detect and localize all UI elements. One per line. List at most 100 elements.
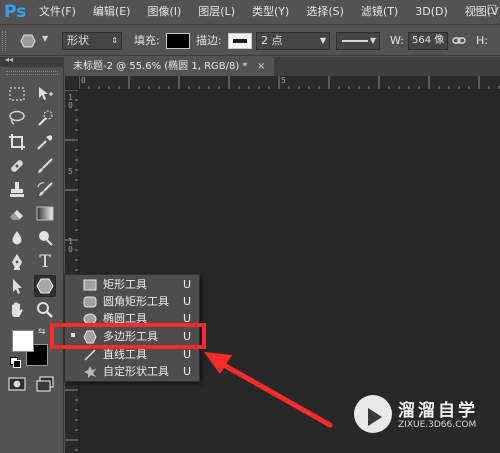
default-colors-icon[interactable] <box>10 357 21 368</box>
minimize-button[interactable]: – <box>468 0 484 18</box>
history-brush-icon <box>37 182 53 196</box>
gradient-icon <box>36 206 54 221</box>
brush-tool[interactable] <box>34 155 56 177</box>
ruler-origin[interactable] <box>65 76 79 90</box>
collapse-icon[interactable]: ◂◂ <box>5 55 13 64</box>
eyedropper-tool[interactable] <box>34 131 56 153</box>
path-selection-tool[interactable] <box>6 275 28 297</box>
stamp-icon <box>10 182 24 197</box>
crop-tool[interactable] <box>6 131 28 153</box>
stroke-type-select[interactable]: ▼ <box>336 32 380 50</box>
dodge-icon <box>39 231 53 246</box>
menu-items: 文件(F) 编辑(E) 图像(I) 图层(L) 类型(Y) 选择(S) 滤镜(T… <box>39 0 500 24</box>
stroke-width-value: 2 点 <box>261 34 283 47</box>
width-input[interactable]: 564 像 <box>408 32 448 50</box>
marquee-tool[interactable] <box>6 83 28 105</box>
close-icon[interactable]: × <box>257 57 265 76</box>
document-tab[interactable]: 未标题-2 @ 55.6% (椭圆 1, RGB/8) * × <box>65 57 274 76</box>
toolbox-header[interactable]: ◂◂ <box>0 55 64 67</box>
chevron-down-icon: ▼ <box>369 36 376 45</box>
menu-3d[interactable]: 3D(D) <box>415 0 448 24</box>
zoom-tool[interactable] <box>34 299 56 321</box>
eyedropper-icon <box>37 135 53 150</box>
chevron-down-icon: ▼ <box>319 36 326 45</box>
width-label: W: <box>390 34 404 47</box>
horizontal-ruler[interactable]: 0 5 <box>65 76 500 90</box>
swap-colors-icon[interactable]: ⇆ <box>38 327 46 337</box>
link-icon[interactable] <box>452 32 466 50</box>
fill-color-swatch[interactable] <box>166 33 190 49</box>
menu-file[interactable]: 文件(F) <box>39 0 76 24</box>
shortcut-key: U <box>183 365 192 378</box>
shortcut-key: U <box>183 278 192 291</box>
move-tool[interactable] <box>34 83 56 105</box>
watermark-url: ZIXUE.3D66.COM <box>398 420 477 430</box>
shape-tool[interactable] <box>34 275 56 297</box>
menu-filter[interactable]: 滤镜(T) <box>361 0 398 24</box>
stroke-width-select[interactable]: 2 点 ▼ <box>256 32 330 50</box>
menu-type[interactable]: 类型(Y) <box>252 0 289 24</box>
eraser-tool[interactable] <box>6 203 28 225</box>
lasso-tool[interactable] <box>6 107 28 129</box>
vertical-ruler[interactable]: 1 0 5 1 0 1 5 <box>65 90 79 453</box>
quick-mask-button[interactable] <box>6 373 28 395</box>
ruler-label: 5 <box>281 76 286 85</box>
crop-icon <box>9 134 25 150</box>
pen-icon <box>12 254 22 270</box>
dodge-tool[interactable] <box>34 227 56 249</box>
history-brush-tool[interactable] <box>34 179 56 201</box>
healing-brush-tool[interactable] <box>6 155 28 177</box>
ruler-label: 0 <box>81 76 86 85</box>
clone-stamp-tool[interactable] <box>6 179 28 201</box>
foreground-color[interactable] <box>12 330 34 352</box>
menu-edit[interactable]: 编辑(E) <box>93 0 131 24</box>
options-bar-grip[interactable] <box>2 31 6 51</box>
maximize-button[interactable]: □ <box>484 0 500 18</box>
play-logo-icon <box>354 395 392 433</box>
hand-tool[interactable] <box>6 299 28 321</box>
type-icon: T <box>39 252 51 272</box>
tool-mode-select[interactable]: 形状 ⇕ <box>62 32 122 50</box>
menu-layer[interactable]: 图层(L) <box>198 0 235 24</box>
highlight-box <box>50 323 206 349</box>
custom-shape-icon <box>84 366 96 378</box>
rectangle-icon <box>83 279 97 291</box>
options-bar: ▼ 形状 ⇕ 填充: 描边: 2 点 ▼ ▼ W: 564 像 H: <box>0 24 500 56</box>
photoshop-logo: Ps <box>4 2 27 22</box>
stroke-label: 描边: <box>196 34 222 47</box>
window-controls: – □ <box>468 0 500 18</box>
screen-mode-icon <box>36 376 54 392</box>
shortcut-key: U <box>183 295 192 308</box>
hand-icon <box>11 302 23 317</box>
polygon-icon <box>36 278 54 294</box>
chevron-updown-icon: ⇕ <box>111 36 118 45</box>
flyout-item-label: 自定形状工具 <box>103 365 169 378</box>
drop-icon <box>12 231 22 245</box>
ruler-label: 0 <box>68 101 73 110</box>
quick-selection-tool[interactable] <box>34 107 56 129</box>
tool-preset-picker[interactable]: ▼ <box>14 32 52 50</box>
gradient-tool[interactable] <box>34 203 56 225</box>
menu-select[interactable]: 选择(S) <box>306 0 344 24</box>
pen-tool[interactable] <box>6 251 28 273</box>
tool-mode-value: 形状 <box>67 34 89 47</box>
menu-image[interactable]: 图像(I) <box>147 0 181 24</box>
toolbox-grip[interactable] <box>6 71 58 75</box>
brush-icon <box>38 158 53 173</box>
ruler-ticks <box>65 90 78 451</box>
document-title: 未标题-2 @ 55.6% (椭圆 1, RGB/8) * <box>73 61 248 72</box>
flyout-item-rectangle-tool[interactable]: 矩形工具 U <box>65 276 199 294</box>
stroke-color-swatch[interactable] <box>228 33 252 49</box>
quick-selection-icon <box>38 110 53 126</box>
blur-tool[interactable] <box>6 227 28 249</box>
lasso-icon <box>9 110 25 125</box>
polygon-icon <box>20 34 36 48</box>
quick-mask-icon <box>8 377 26 391</box>
type-tool[interactable]: T <box>34 251 56 273</box>
flyout-item-rounded-rectangle-tool[interactable]: 圆角矩形工具 U <box>65 293 199 311</box>
flyout-item-custom-shape-tool[interactable]: 自定形状工具 U <box>65 363 199 381</box>
zoom-icon <box>37 302 53 318</box>
screen-mode-button[interactable] <box>34 373 56 395</box>
line-icon <box>84 349 96 361</box>
menu-bar: Ps 文件(F) 编辑(E) 图像(I) 图层(L) 类型(Y) 选择(S) 滤… <box>0 0 500 24</box>
